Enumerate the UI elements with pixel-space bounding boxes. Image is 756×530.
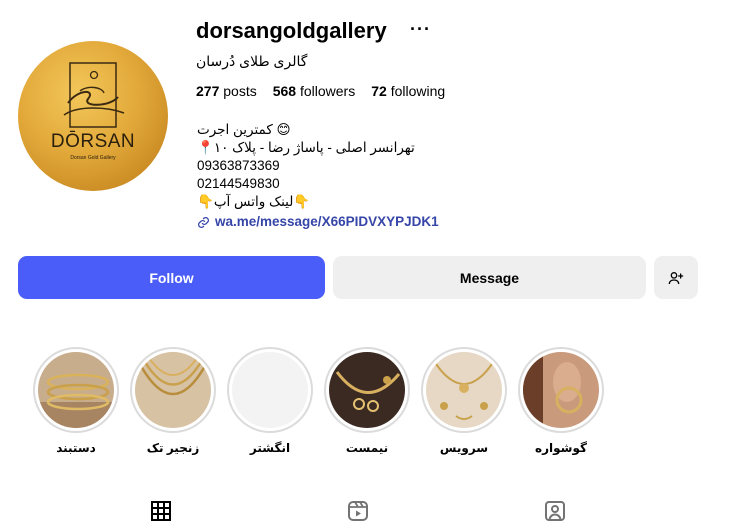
grid-icon [151,501,171,521]
highlight-label: سرویس [439,441,489,455]
posts-count: 277 [196,83,220,99]
highlight-earrings[interactable]: گوشواره [518,347,604,455]
following-label: following [390,83,446,99]
bracelet-thumbnail [38,352,114,428]
following-count: 72 [371,83,387,99]
dorsan-logo-mark [63,62,125,128]
chain-thumbnail [135,352,211,428]
followers-label: followers [299,83,356,99]
highlight-sets[interactable]: سرویس [421,347,507,455]
person-plus-icon [668,271,684,284]
bio-external-link[interactable]: wa.me/message/X66PIDVXYPJDK1 [197,213,439,231]
set-thumbnail [426,352,502,428]
message-button[interactable]: Message [333,256,646,299]
follow-button[interactable]: Follow [18,256,325,299]
profile-stats: 277 posts 568 followers 72 following [196,83,445,99]
suggested-accounts-button[interactable] [654,256,698,299]
highlight-ring [130,347,216,433]
highlight-ring [518,347,604,433]
highlight-label: زنجیر تک [146,441,200,455]
profile-username: dorsangoldgallery [196,18,387,43]
highlight-half-set[interactable]: نیمست [324,347,410,455]
bio-phone-1: 09363873369 [197,158,280,173]
tab-posts[interactable] [149,499,173,523]
avatar-brand-text: DŌRSAN [50,131,136,152]
reels-icon [348,501,368,521]
earrings-thumbnail [523,352,599,428]
profile-bio: کمترین اجرت 😊 📍تهرانسر اصلی - پاساژ رضا … [197,121,439,231]
profile-avatar[interactable]: DŌRSAN Dorsan Gold Gallery [18,41,168,191]
bio-line-whatsapp: 👇لینک واتس آپ👇 [197,194,311,209]
highlight-ring [227,347,313,433]
profile-full-name: گالری طلای دُرسان [196,53,308,69]
avatar-sub-text: Dorsan Gold Gallery [70,155,116,161]
bio-phone-2: 02144549830 [197,176,280,191]
rings-thumbnail [232,352,308,428]
bio-line-address: 📍تهرانسر اصلی - پاساژ رضا - پلاک ۱۰ [197,140,415,155]
highlight-single-chain[interactable]: زنجیر تک [130,347,216,455]
link-icon [198,216,209,228]
highlight-ring [33,347,119,433]
highlight-label: دستبند [56,441,96,455]
highlight-bracelets[interactable]: دستبند [33,347,119,455]
followers-count: 568 [272,83,297,99]
followers-stat[interactable]: 568 followers [273,83,356,99]
more-options-button[interactable]: ··· [410,20,431,38]
highlight-label: نیمست [345,441,389,455]
highlight-ring [421,347,507,433]
highlight-label: انگشتر [249,441,291,455]
highlight-rings[interactable]: انگشتر [227,347,313,455]
tab-reels[interactable] [346,499,370,523]
half-set-thumbnail [329,352,405,428]
highlight-label: گوشواره [535,441,587,455]
highlight-ring [324,347,410,433]
tagged-icon [545,501,565,521]
posts-stat[interactable]: 277 posts [196,83,257,99]
bio-line-fee: کمترین اجرت 😊 [197,122,291,137]
tab-tagged[interactable] [543,499,567,523]
posts-label: posts [223,83,257,99]
bio-link-text: wa.me/message/X66PIDVXYPJDK1 [215,214,439,229]
following-stat[interactable]: 72 following [371,83,445,99]
